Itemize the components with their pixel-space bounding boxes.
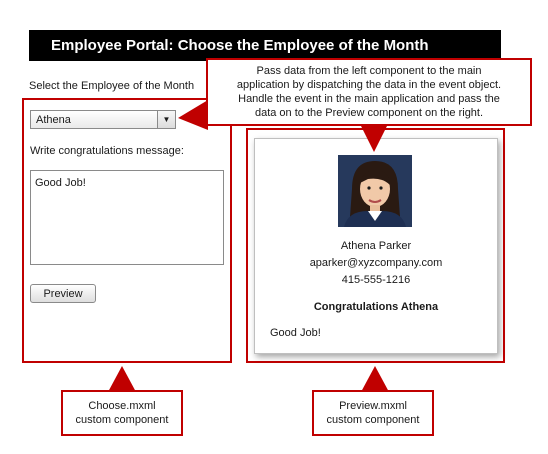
preview-component-file: Preview.mxml [339, 400, 407, 412]
preview-component-label: Preview.mxml custom component [312, 390, 434, 436]
callout-line: application by dispatching the data in t… [236, 79, 502, 91]
choose-component-file: Choose.mxml [88, 400, 156, 412]
choose-component-type: custom component [75, 414, 169, 426]
choose-label-pointer [108, 366, 136, 392]
data-flow-callout: Pass data from the left component to the… [206, 58, 532, 126]
preview-label-pointer [361, 366, 389, 392]
callout-line: data on to the Preview component on the … [254, 107, 484, 119]
callout-line: Pass data from the left component to the… [256, 65, 482, 77]
callout-line: Handle the event in the main application… [238, 93, 500, 105]
preview-component-type: custom component [326, 414, 420, 426]
choose-component-label: Choose.mxml custom component [61, 390, 183, 436]
callout-pointer-left [178, 100, 208, 130]
callout-pointer-down [360, 124, 388, 152]
